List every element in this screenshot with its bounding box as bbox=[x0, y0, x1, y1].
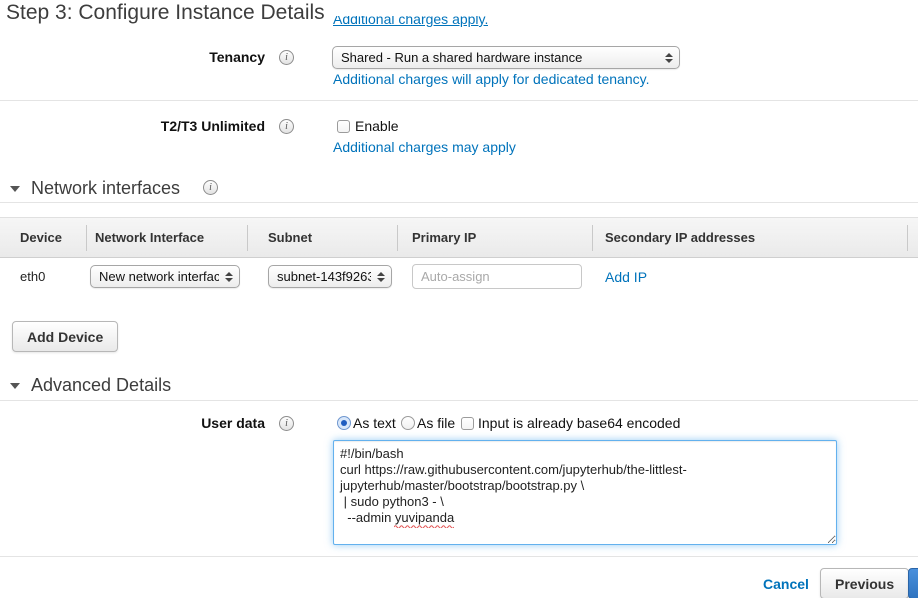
tenancy-charges-link[interactable]: Additional charges will apply for dedica… bbox=[333, 71, 649, 87]
subnet-select-value: subnet-143f9263 bbox=[277, 269, 371, 284]
as-text-radio[interactable] bbox=[337, 416, 351, 430]
as-file-radio[interactable] bbox=[401, 416, 415, 430]
col-network-interface: Network Interface bbox=[95, 230, 204, 245]
base64-checkbox[interactable] bbox=[461, 417, 474, 430]
cancel-link[interactable]: Cancel bbox=[763, 576, 809, 592]
clipped-additional-charges-link-wrap: Additional charges apply. bbox=[333, 16, 488, 30]
col-primary-ip: Primary IP bbox=[412, 230, 476, 245]
user-data-label: User data bbox=[0, 415, 265, 431]
add-ip-link[interactable]: Add IP bbox=[605, 269, 647, 285]
network-interfaces-title: Network interfaces bbox=[31, 178, 180, 199]
tenancy-info-icon[interactable]: i bbox=[279, 50, 294, 65]
network-interface-select-value: New network interface bbox=[99, 269, 219, 284]
additional-charges-apply-link[interactable]: Additional charges apply. bbox=[333, 16, 488, 27]
tenancy-label: Tenancy bbox=[0, 49, 265, 65]
t2t3-enable-label: Enable bbox=[355, 118, 399, 134]
configure-instance-page: Additional charges apply. Step 3: Config… bbox=[0, 0, 918, 598]
advanced-details-collapse-icon[interactable] bbox=[10, 383, 20, 389]
t2t3-enable-checkbox[interactable] bbox=[337, 120, 350, 133]
t2t3-unlimited-label: T2/T3 Unlimited bbox=[0, 118, 265, 134]
column-divider bbox=[86, 225, 87, 251]
select-stepper-icon bbox=[377, 272, 385, 282]
divider bbox=[0, 556, 918, 557]
user-data-textarea[interactable]: #!/bin/bash curl https://raw.githubuserc… bbox=[333, 440, 837, 545]
column-divider bbox=[907, 225, 908, 251]
network-table-header: Device Network Interface Subnet Primary … bbox=[0, 217, 918, 258]
t2t3-info-icon[interactable]: i bbox=[279, 119, 294, 134]
select-stepper-icon bbox=[665, 53, 673, 63]
col-secondary-ip: Secondary IP addresses bbox=[605, 230, 755, 245]
subnet-select[interactable]: subnet-143f9263 bbox=[268, 265, 392, 288]
tenancy-select-value: Shared - Run a shared hardware instance bbox=[341, 50, 659, 65]
select-stepper-icon bbox=[225, 272, 233, 282]
divider bbox=[0, 100, 918, 101]
as-text-radio-label: As text bbox=[353, 415, 396, 431]
as-file-radio-label: As file bbox=[417, 415, 455, 431]
col-subnet: Subnet bbox=[268, 230, 312, 245]
page-title: Step 3: Configure Instance Details bbox=[6, 1, 329, 25]
column-divider bbox=[247, 225, 248, 251]
previous-button[interactable]: Previous bbox=[820, 568, 909, 598]
col-device: Device bbox=[20, 230, 62, 245]
advanced-details-title: Advanced Details bbox=[31, 375, 171, 396]
device-eth0-cell: eth0 bbox=[20, 269, 45, 284]
network-interfaces-info-icon[interactable]: i bbox=[203, 180, 218, 195]
add-device-button[interactable]: Add Device bbox=[12, 321, 118, 352]
primary-ip-input[interactable] bbox=[412, 264, 582, 289]
base64-checkbox-label: Input is already base64 encoded bbox=[478, 415, 680, 431]
network-interface-select[interactable]: New network interface bbox=[90, 265, 240, 288]
t2t3-charges-link[interactable]: Additional charges may apply bbox=[333, 139, 516, 155]
review-and-launch-button[interactable] bbox=[908, 568, 918, 598]
network-interfaces-collapse-icon[interactable] bbox=[10, 186, 20, 192]
divider bbox=[0, 400, 918, 401]
tenancy-select[interactable]: Shared - Run a shared hardware instance bbox=[332, 46, 680, 69]
column-divider bbox=[397, 225, 398, 251]
column-divider bbox=[592, 225, 593, 251]
user-data-info-icon[interactable]: i bbox=[279, 416, 294, 431]
divider bbox=[0, 202, 918, 203]
